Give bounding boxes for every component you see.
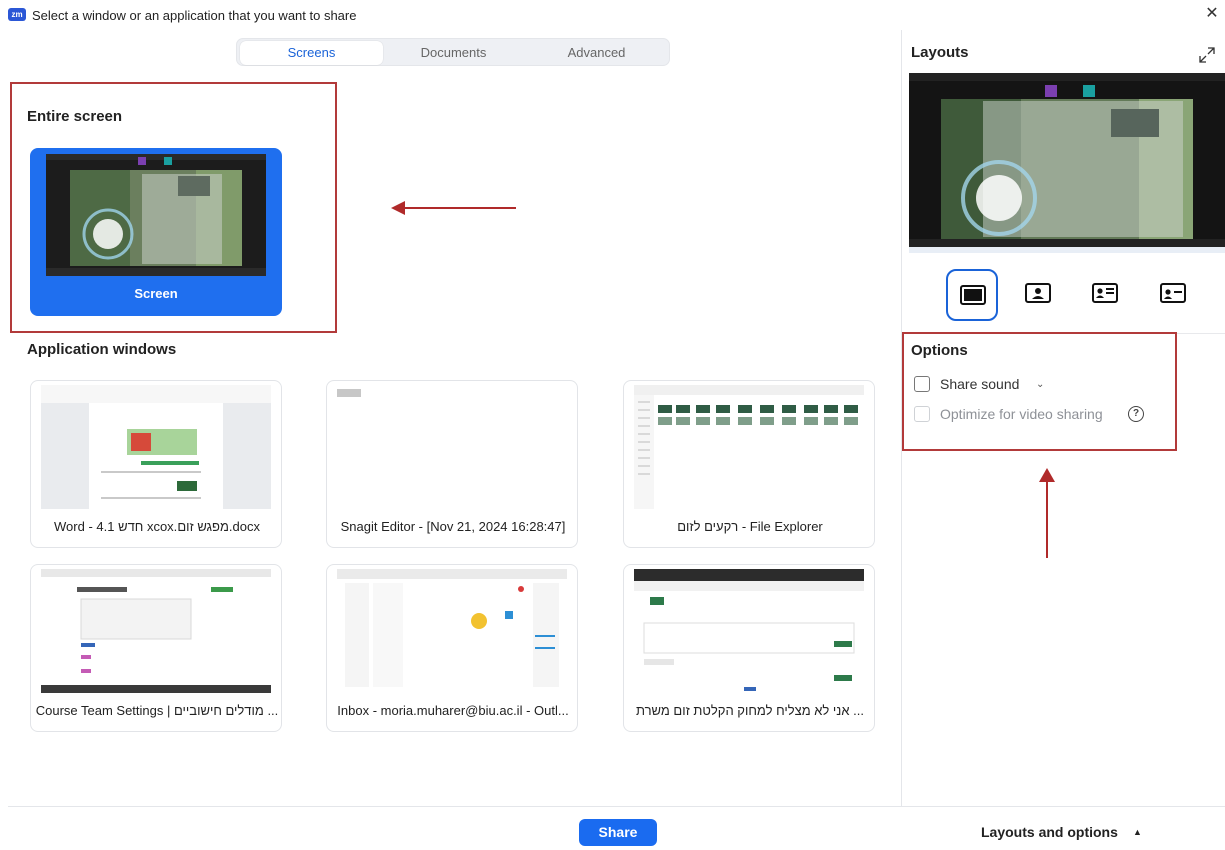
snagit-preview	[337, 385, 567, 509]
optimize-video-checkbox[interactable]	[914, 406, 930, 422]
layout-screen-only-icon	[960, 285, 986, 305]
course-team-preview	[41, 569, 271, 693]
share-tabs: Screens Documents Advanced	[236, 38, 670, 66]
footer-divider	[8, 806, 1225, 807]
share-sound-checkbox[interactable]	[914, 376, 930, 392]
layout-side-by-side-left-icon	[1092, 283, 1118, 303]
app-window-thumbnail	[41, 569, 271, 693]
app-window-label: רקעים לזום - File Explorer	[677, 519, 823, 534]
app-window-card-file-explorer[interactable]: רקעים לזום - File Explorer	[623, 380, 875, 548]
share-button[interactable]: Share	[579, 819, 657, 846]
tab-screens[interactable]: Screens	[240, 41, 383, 65]
app-window-card-snagit[interactable]: Snagit Editor - [Nov 21, 2024 16:28:47]	[326, 380, 578, 548]
layout-preview-image	[909, 73, 1225, 253]
app-window-label: אני לא מצליח למחוק הקלטת זום משרת ...	[635, 703, 864, 718]
title-bar: zm Select a window or an application tha…	[0, 0, 1225, 30]
layout-side-by-side-right-button[interactable]	[1148, 269, 1200, 321]
tab-documents[interactable]: Documents	[382, 41, 525, 65]
app-window-thumbnail	[337, 569, 567, 693]
application-windows-heading: Application windows	[27, 341, 177, 358]
share-screen-dialog: zm Select a window or an application tha…	[0, 0, 1225, 850]
layout-side-by-side-left-button[interactable]	[1080, 269, 1132, 321]
screen-card-label: Screen	[134, 286, 178, 301]
annotation-arrow-shaft	[400, 207, 516, 209]
screen-share-card[interactable]: Screen	[30, 148, 282, 316]
app-window-card-browser[interactable]: אני לא מצליח למחוק הקלטת זום משרת ...	[623, 564, 875, 732]
app-window-card-course-team[interactable]: Course Team Settings | מודלים חישוביים .…	[30, 564, 282, 732]
app-window-label: Snagit Editor - [Nov 21, 2024 16:28:47]	[340, 519, 566, 534]
annotation-arrow-shaft	[1046, 480, 1048, 558]
app-window-thumbnail	[634, 385, 864, 509]
options-heading: Options	[911, 342, 968, 359]
app-window-thumbnail	[41, 385, 271, 509]
outlook-preview	[337, 569, 567, 693]
app-window-thumbnail	[634, 569, 864, 693]
layout-screen-only-button[interactable]	[946, 269, 998, 321]
expand-icon[interactable]	[1198, 46, 1216, 64]
app-window-thumbnail	[337, 385, 567, 509]
close-icon[interactable]: ✕	[1203, 4, 1221, 24]
chevron-down-icon[interactable]: ⌄	[1036, 379, 1044, 390]
layout-picture-in-picture-button[interactable]	[1013, 269, 1065, 321]
zoom-app-icon: zm	[8, 8, 26, 21]
caret-up-icon[interactable]: ▲	[1133, 827, 1142, 837]
layouts-and-options-toggle[interactable]: Layouts and options	[981, 824, 1118, 840]
layout-preview	[909, 73, 1225, 253]
app-window-label: Inbox - moria.muharer@biu.ac.il - Outl..…	[337, 703, 569, 718]
layout-side-by-side-right-icon	[1160, 283, 1186, 303]
screen-thumbnail	[46, 154, 266, 276]
file-explorer-preview	[634, 385, 864, 509]
browser-preview	[634, 569, 864, 693]
app-window-card-word[interactable]: Word - 4.1 חדש xcox.מפגש זום.docx	[30, 380, 282, 548]
app-window-card-outlook[interactable]: Inbox - moria.muharer@biu.ac.il - Outl..…	[326, 564, 578, 732]
optimize-video-label: Optimize for video sharing	[940, 406, 1103, 422]
tab-advanced[interactable]: Advanced	[525, 41, 668, 65]
window-title: Select a window or an application that y…	[32, 8, 357, 23]
app-window-label: Word - 4.1 חדש xcox.מפגש זום.docx	[54, 519, 260, 534]
help-icon[interactable]: ?	[1128, 406, 1144, 422]
app-window-label: Course Team Settings | מודלים חישוביים .…	[35, 703, 279, 718]
layouts-heading: Layouts	[911, 44, 969, 61]
word-document-preview	[41, 385, 271, 509]
layout-picture-in-picture-icon	[1025, 283, 1051, 303]
entire-screen-heading: Entire screen	[27, 108, 123, 125]
screen-preview-image	[46, 154, 266, 276]
share-sound-label: Share sound	[940, 376, 1020, 392]
